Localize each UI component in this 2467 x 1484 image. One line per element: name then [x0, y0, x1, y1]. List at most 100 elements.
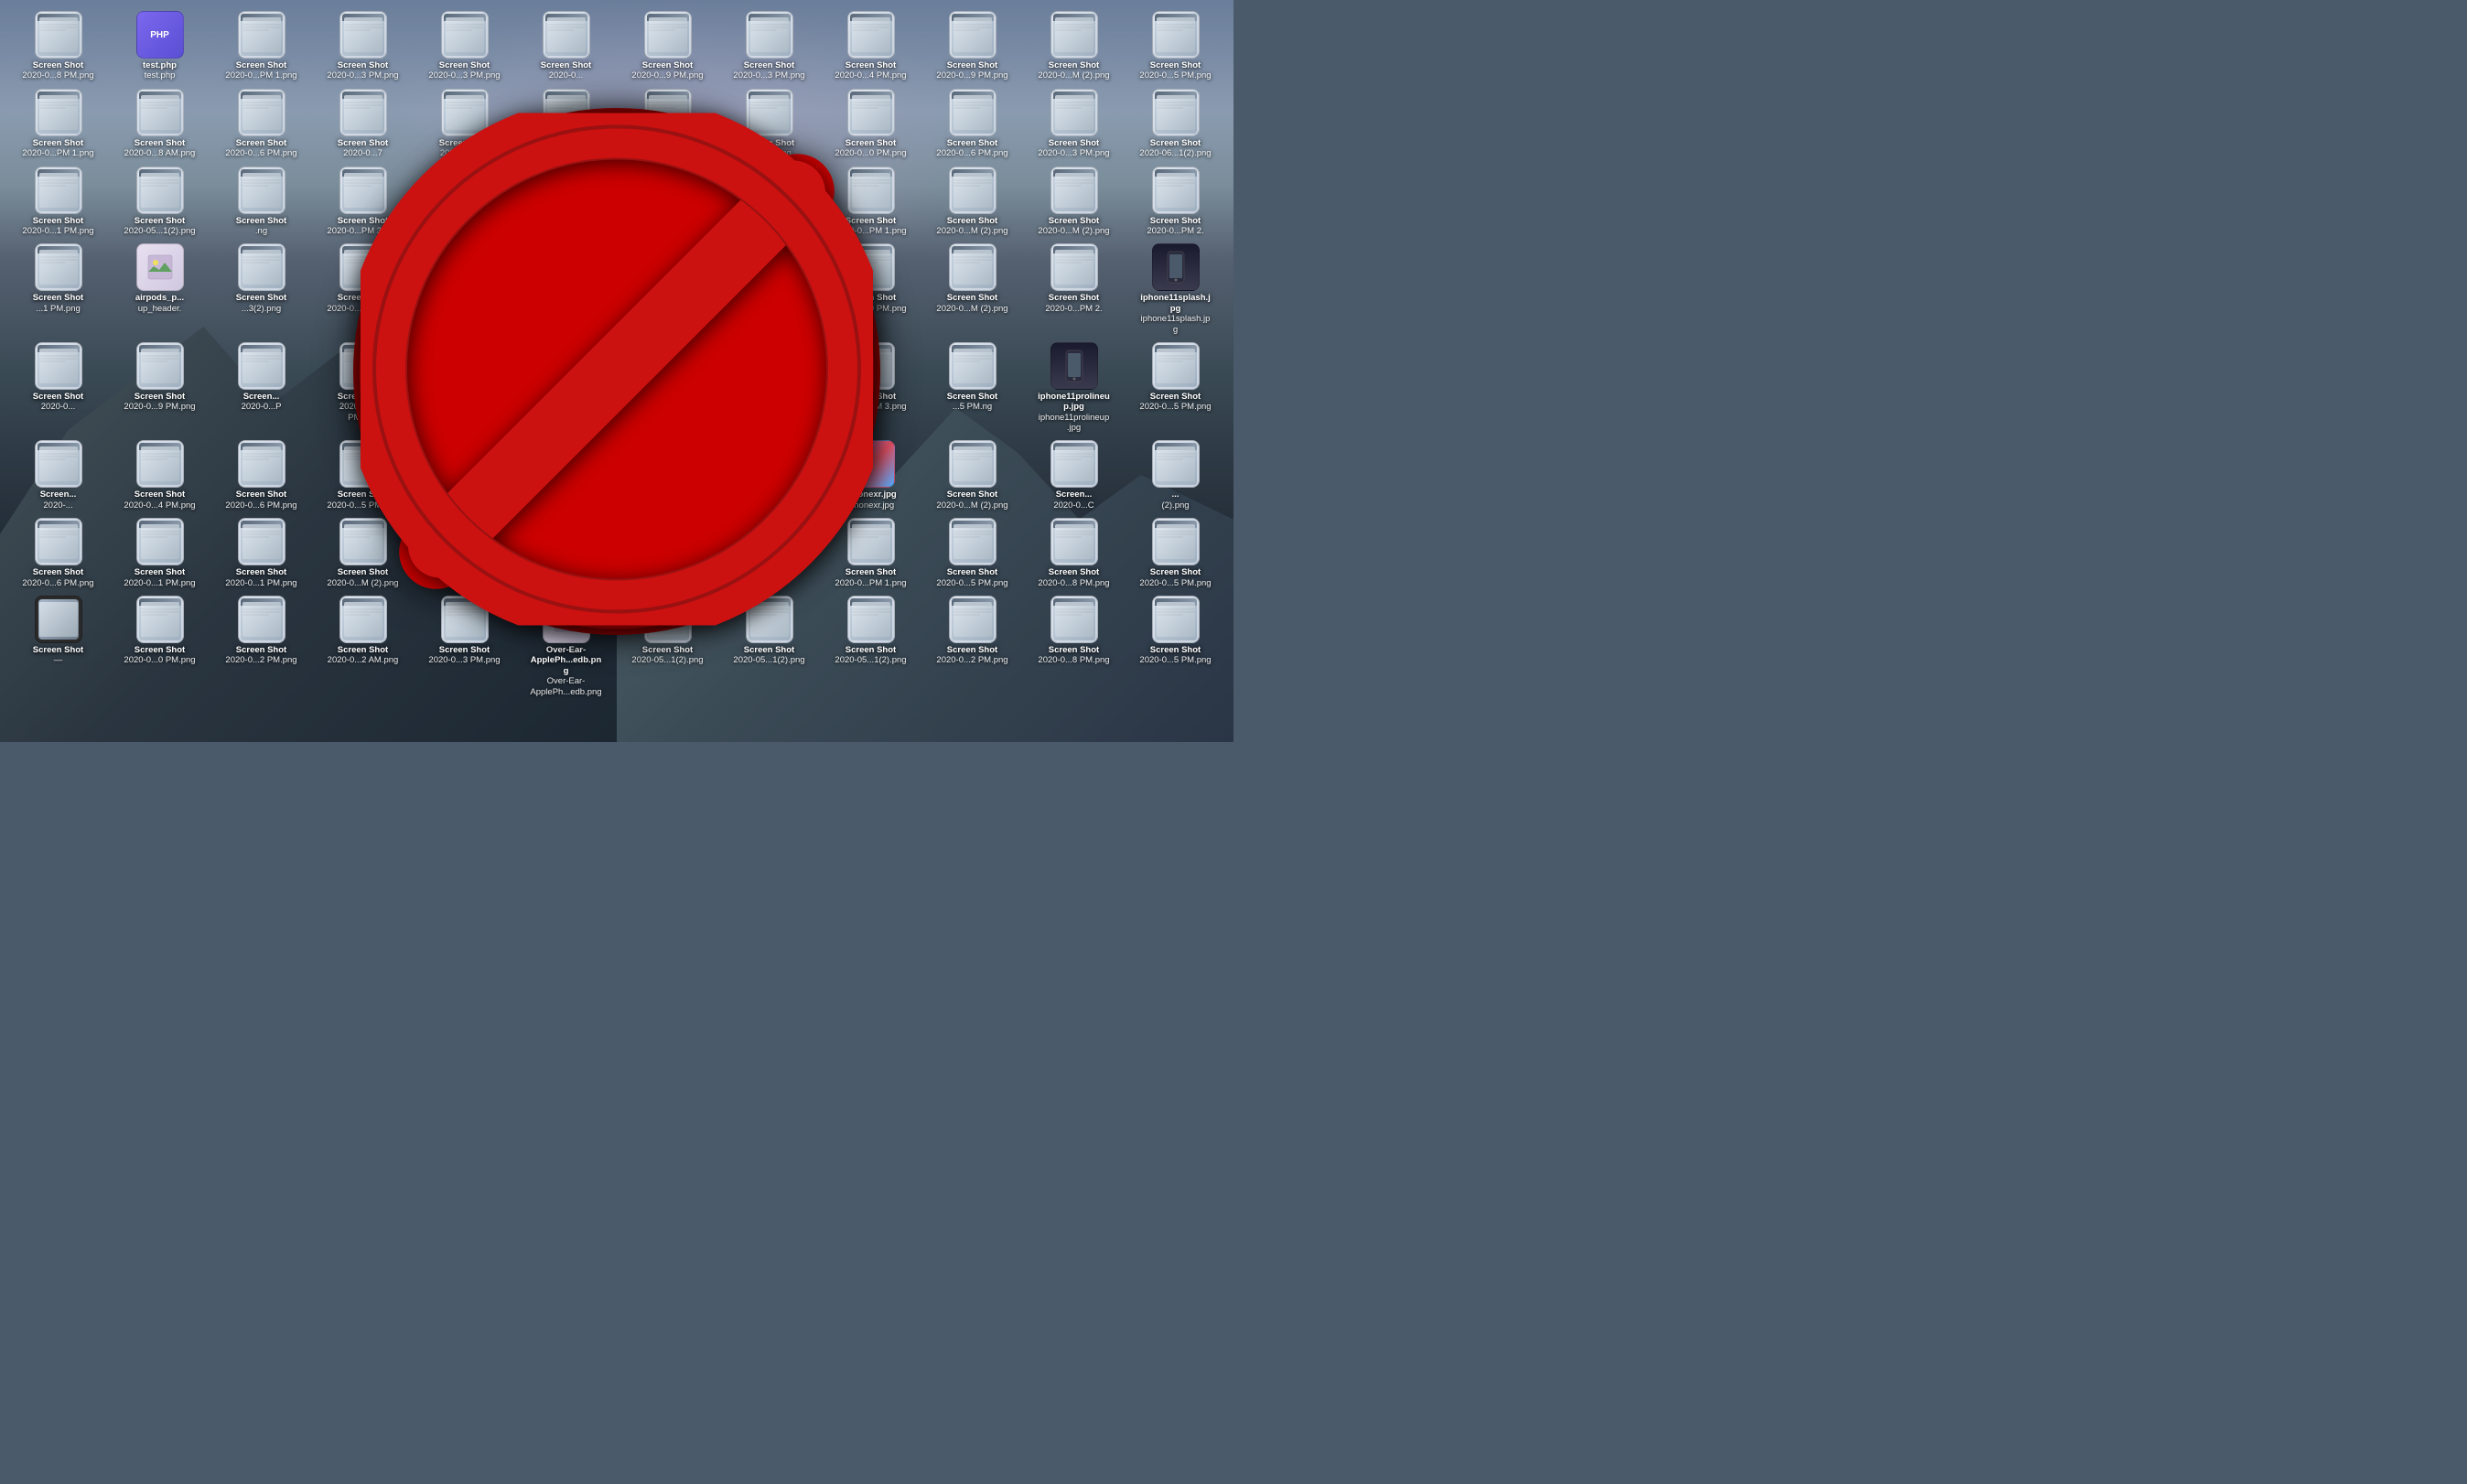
- desktop-file-icon[interactable]: Screen Shot2020-0...M (2).png: [414, 436, 515, 514]
- desktop-file-icon[interactable]: Screen Shot2020-0...1 PM.png: [109, 514, 210, 592]
- desktop-file-icon[interactable]: Screen Shot2020-0...2(2).png: [515, 85, 617, 163]
- desktop-file-icon[interactable]: Screen Shot2020-0...3 PM.png: [312, 7, 414, 85]
- desktop-file-icon[interactable]: Screen Shot2020-0...M (2).png: [921, 163, 1023, 241]
- desktop-file-icon[interactable]: Screen Shot2020-0...9 PM.png: [617, 7, 718, 85]
- desktop-file-icon[interactable]: Screen Shot2020-0...8 PM.png: [1023, 514, 1125, 592]
- file-label: Screen Shot2020-0...5 PM.png: [1139, 567, 1211, 588]
- desktop-file-icon[interactable]: Screen...2020-0...C: [1023, 436, 1125, 514]
- desktop-file-icon[interactable]: Screen Shot2020-0-0...2 PM.png: [312, 339, 414, 437]
- desktop-file-icon[interactable]: ...(2).png: [1125, 436, 1226, 514]
- desktop-file-icon[interactable]: Screen Shot202...: [617, 85, 718, 163]
- desktop-file-icon[interactable]: Screen Shot2020-0...1 PM.png: [210, 514, 312, 592]
- desktop-file-icon[interactable]: Screen Shot...5 PM.ng: [921, 339, 1023, 437]
- desktop-file-icon[interactable]: Screen Shot2020-0...4 PM.png: [820, 7, 921, 85]
- desktop-file-icon[interactable]: Screen Shot2020-0...png: [414, 85, 515, 163]
- desktop-file-icon[interactable]: Over-Ear-ApplePh...edb.pngOver-Ear- Appl…: [515, 592, 617, 701]
- desktop-file-icon[interactable]: Screen Shot2020-0...1 PM.png: [7, 163, 109, 241]
- desktop-file-icon[interactable]: Screen Shot2020-0...PM 2.: [1125, 163, 1226, 241]
- desktop-file-icon[interactable]: Screen Shot2020-0...M (2).png: [921, 436, 1023, 514]
- desktop-file-icon[interactable]: Screen Shot2020-0...7: [312, 85, 414, 163]
- desktop-file-icon[interactable]: Screen Shot2020-05...1(2).png: [617, 592, 718, 701]
- desktop-file-icon[interactable]: Screen Shot2020-0...2 PM.png: [921, 592, 1023, 701]
- desktop-file-icon[interactable]: Screen Shot2020-0...1 PM.png: [414, 339, 515, 437]
- desktop-file-icon[interactable]: Screen Shot2020-0...2 AM.png: [312, 592, 414, 701]
- desktop-file-icon[interactable]: Screen Shot2020-0...9 PM.png: [820, 240, 921, 339]
- desktop-file-icon[interactable]: Screen Shot2020-0...9 PM.png: [921, 7, 1023, 85]
- desktop-file-icon[interactable]: Screen Shot2020-05...1(2).png: [109, 163, 210, 241]
- desktop-file-icon[interactable]: Screen Shot2020-0...M (2).png: [617, 240, 718, 339]
- desktop-file-icon[interactable]: Screen Shot2020-06...1(2).png: [1125, 85, 1226, 163]
- desktop-file-icon[interactable]: Screen Shot2020-0...5 PM.png: [312, 436, 414, 514]
- desktop-file-icon[interactable]: p...p...: [718, 514, 820, 592]
- desktop-file-icon[interactable]: Screen Shot.ng: [210, 163, 312, 241]
- desktop-file-icon[interactable]: Screen Shot202...: [515, 163, 617, 241]
- desktop-file-icon[interactable]: iphone11splash.jpgiphone11splash.jpg: [1125, 240, 1226, 339]
- desktop-file-icon[interactable]: Screen Shot2020-0...3(2).png: [617, 436, 718, 514]
- desktop-file-icon[interactable]: Screen Shot2020-0...PM 3.png: [820, 339, 921, 437]
- desktop-file-icon[interactable]: Screen Shot2020-0...M (2).png: [1023, 7, 1125, 85]
- desktop-file-icon[interactable]: Screen Shot2020-0...PM 1.png: [820, 514, 921, 592]
- desktop-file-icon[interactable]: Screen Shot2020-0...8 PM.png: [1023, 592, 1125, 701]
- desktop-file-icon[interactable]: Screen Shot2020-0...PM 3.png: [718, 339, 820, 437]
- desktop-file-icon[interactable]: Screen Shot2020-0...PM 1.png: [7, 85, 109, 163]
- desktop-file-icon[interactable]: Screen Shot2020-05...1(2).png: [820, 592, 921, 701]
- desktop-file-icon[interactable]: Screen Shot2020-0...5 PM.png: [1125, 514, 1226, 592]
- desktop-file-icon[interactable]: Screen Shot2020-05...1(2).png: [718, 592, 820, 701]
- desktop-file-icon[interactable]: Screen Shot2020-0...4 PM.png: [109, 436, 210, 514]
- desktop-file-icon[interactable]: Screen Shot2020-0...8 PM.png: [7, 7, 109, 85]
- desktop-file-icon[interactable]: Screen Shot2020-0...7 PM.png: [718, 163, 820, 241]
- desktop-file-icon[interactable]: Screen Cr...2020-0....: [414, 240, 515, 339]
- desktop-file-icon[interactable]: iphonexr.jpgiphonexr.jpg: [820, 436, 921, 514]
- desktop-file-icon[interactable]: Screen Shot2020-0...M (2).png: [312, 514, 414, 592]
- desktop-file-icon[interactable]: Screen Shot2020-0...7 PM.png: [515, 339, 617, 437]
- desktop-file-icon[interactable]: Screen...2020-...: [7, 436, 109, 514]
- desktop-file-icon[interactable]: Screen Shot2020-0...M (2).png: [921, 240, 1023, 339]
- desktop-file-icon[interactable]: Screen Shot2020-0...3 PM.png: [414, 7, 515, 85]
- desktop-file-icon[interactable]: Screen Shot2020-0...2 PM.png: [210, 592, 312, 701]
- desktop-file-icon[interactable]: airpods_p...up_header.: [109, 240, 210, 339]
- file-thumbnail: [238, 243, 285, 291]
- desktop-file-icon[interactable]: Screen Shot2020-0...9 PM.png: [414, 514, 515, 592]
- desktop-file-icon[interactable]: Screen Shot2020-0...5 PM.png: [1125, 7, 1226, 85]
- file-thumbnail: [339, 243, 387, 291]
- desktop-file-icon[interactable]: Screen Shot2020-0...: [515, 7, 617, 85]
- desktop-file-icon[interactable]: Screen Shot2020-0...6 PM.png: [7, 514, 109, 592]
- desktop-file-icon[interactable]: Screen Shot2020-0...3 PM.png: [1023, 85, 1125, 163]
- desktop-file-icon[interactable]: Screen Shot2020-0...6 PM.png: [210, 85, 312, 163]
- desktop-file-icon[interactable]: Screen Shot2020-0...9 PM.png: [515, 240, 617, 339]
- desktop-file-icon[interactable]: Screen Shot2020-0...1 PM.png: [617, 514, 718, 592]
- desktop-file-icon[interactable]: Screen Shot2020-0...3 PM.png: [414, 592, 515, 701]
- desktop-file-icon[interactable]: Screen Shot2020-0...0 PM.png: [617, 339, 718, 437]
- desktop-file-icon[interactable]: Screen Shot2020-0...M (2).png: [312, 240, 414, 339]
- desktop-file-icon[interactable]: Screen Shot2020-0...: [718, 436, 820, 514]
- desktop-file-icon[interactable]: Screen Shot2020-0...PM 1.png: [820, 163, 921, 241]
- desktop-file-icon[interactable]: Screen Shot2020-0...6 PM.png: [210, 436, 312, 514]
- desktop-file-icon[interactable]: Screen Shot...1 PM.png: [7, 240, 109, 339]
- desktop-file-icon[interactable]: Screen Shot2020-0...PM 2.: [1023, 240, 1125, 339]
- desktop-file-icon[interactable]: Screen Shot2020-0...8 AM.png: [109, 85, 210, 163]
- desktop-file-icon[interactable]: Screen Shot2020-0...: [7, 339, 109, 437]
- desktop-file-icon[interactable]: Screen Shot2020-0...6 AM.png: [515, 514, 617, 592]
- desktop-file-icon[interactable]: Screen Shot2020-0...0 PM.png: [820, 85, 921, 163]
- desktop-file-icon[interactable]: Screen Shot2020-0...6 PM.png: [921, 85, 1023, 163]
- desktop-file-icon[interactable]: Screen Shot...9 PM.png: [718, 85, 820, 163]
- desktop-file-icon[interactable]: Screen Shot2020-0...0 PM.png: [109, 592, 210, 701]
- desktop-file-icon[interactable]: Screen Shot2020-0...3 PM.png: [718, 7, 820, 85]
- file-thumbnail: [644, 342, 692, 390]
- desktop-file-icon[interactable]: Screen Shot—: [7, 592, 109, 701]
- desktop-file-icon[interactable]: Screen Shot2020-0...PM 3.png: [312, 163, 414, 241]
- desktop-file-icon[interactable]: Screen Shot2020-0...5 PM.png: [921, 514, 1023, 592]
- desktop-file-icon[interactable]: iphone11prolineup.jpgiphone11prolineup.j…: [1023, 339, 1125, 437]
- desktop-file-icon[interactable]: Screen...2020-0...P: [210, 339, 312, 437]
- desktop-file-icon[interactable]: Screen Shot2020-0...M (2).png: [1023, 163, 1125, 241]
- desktop-file-icon[interactable]: test.phptest.php: [109, 7, 210, 85]
- desktop-file-icon[interactable]: Screen Shot2020-0...PM 1.png: [210, 7, 312, 85]
- desktop-file-icon[interactable]: Screen Shot2020-0...5 PM.png: [1125, 339, 1226, 437]
- desktop-file-icon[interactable]: Screen Shot...3(2).png: [210, 240, 312, 339]
- desktop-file-icon[interactable]: Screen Shot2020-0...7 PM.png: [617, 163, 718, 241]
- desktop-file-icon[interactable]: Screen Shot2020-0...9 PM.png: [109, 339, 210, 437]
- desktop-file-icon[interactable]: Screen Shot2020-06...1(2).png: [515, 436, 617, 514]
- desktop-file-icon[interactable]: Screen Shot2020-0...1 PM.png: [414, 163, 515, 241]
- desktop-file-icon[interactable]: Screen Shot2020-0...5 PM.png: [1125, 592, 1226, 701]
- desktop-file-icon[interactable]: Screen Shot2020-0...2(2).: [718, 240, 820, 339]
